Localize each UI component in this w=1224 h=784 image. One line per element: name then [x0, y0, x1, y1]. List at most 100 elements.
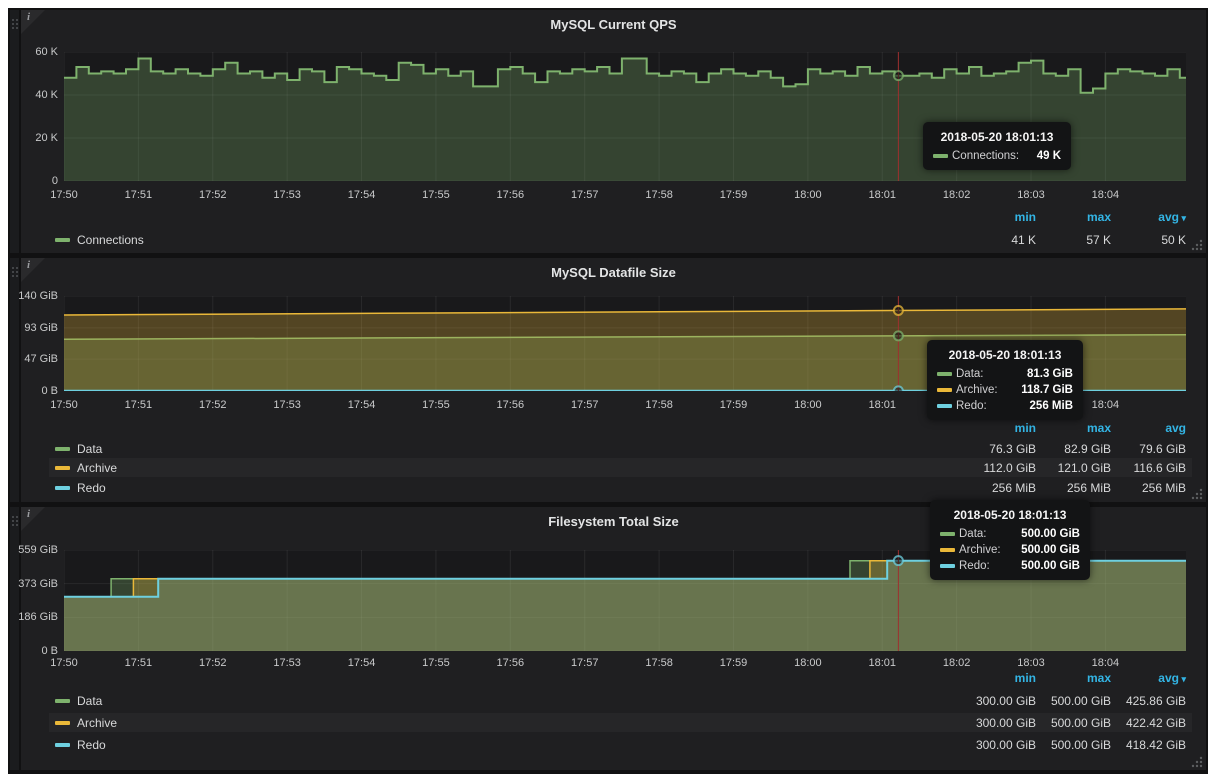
- crosshair-marker: [894, 331, 903, 340]
- page: iMySQL Current QPS60 K40 K20 K017:5017:5…: [0, 0, 1224, 784]
- y-axis-label: 60 K: [6, 46, 58, 58]
- legend-stat-avg: 418.42 GiB: [1111, 738, 1186, 752]
- x-axis-label: 17:52: [185, 657, 241, 669]
- tooltip-series-name: Redo:: [959, 560, 990, 572]
- x-axis-label: 18:00: [780, 657, 836, 669]
- x-axis-label: 17:51: [110, 399, 166, 411]
- legend-header-min[interactable]: min: [961, 421, 1036, 435]
- legend-item-archive[interactable]: Archive: [55, 716, 117, 730]
- tooltip-series-name: Archive:: [956, 384, 998, 396]
- tooltip-row: Connections:49 K: [933, 150, 1061, 162]
- legend-stats-header: minmaxavg ▾: [961, 208, 1186, 226]
- x-axis-label: 17:53: [259, 189, 315, 201]
- legend-stat-max: 256 MiB: [1036, 481, 1111, 495]
- legend-stat-max: 121.0 GiB: [1036, 461, 1111, 475]
- tooltip-series-color-icon: [940, 564, 955, 568]
- x-axis-label: 17:55: [408, 189, 464, 201]
- legend-stat-avg: 422.42 GiB: [1111, 716, 1186, 730]
- legend-header-max[interactable]: max: [1036, 421, 1111, 435]
- legend-color-icon: [55, 466, 70, 470]
- legend-label: Data: [77, 442, 102, 456]
- grip-dots-icon: [11, 18, 19, 30]
- x-axis-label: 17:56: [482, 657, 538, 669]
- legend-stat-min: 41 K: [961, 233, 1036, 247]
- legend-header-max[interactable]: max: [1036, 210, 1111, 224]
- legend-header-avg[interactable]: avg ▾: [1111, 671, 1186, 685]
- panel-title[interactable]: MySQL Datafile Size: [21, 265, 1206, 280]
- chart-tooltip: 2018-05-20 18:01:13Data:500.00 GiBArchiv…: [930, 500, 1090, 580]
- x-axis-label: 17:53: [259, 399, 315, 411]
- crosshair-marker: [894, 556, 903, 565]
- legend-item-data[interactable]: Data: [55, 694, 102, 708]
- tooltip-series-name: Data:: [956, 368, 984, 380]
- x-axis-label: 18:01: [854, 399, 910, 411]
- legend-header-min[interactable]: min: [961, 210, 1036, 224]
- legend-stat-max: 82.9 GiB: [1036, 442, 1111, 456]
- tooltip-series-name: Archive:: [959, 544, 1001, 556]
- legend-stats-header: minmaxavg ▾: [961, 669, 1186, 687]
- tooltip-timestamp: 2018-05-20 18:01:13: [933, 130, 1061, 144]
- x-axis-label: 17:52: [185, 189, 241, 201]
- y-axis-label: 47 GiB: [6, 353, 58, 365]
- tooltip-value: 500.00 GiB: [1013, 560, 1080, 572]
- y-axis-label: 40 K: [6, 89, 58, 101]
- x-axis-label: 17:59: [705, 399, 761, 411]
- legend-item-redo[interactable]: Redo: [55, 481, 106, 495]
- crosshair-marker: [894, 71, 903, 80]
- legend-label: Redo: [77, 481, 106, 495]
- x-axis-label: 17:50: [36, 399, 92, 411]
- tooltip-series-name: Connections:: [952, 150, 1019, 162]
- tooltip-row: Data:500.00 GiB: [940, 528, 1080, 540]
- tooltip-timestamp: 2018-05-20 18:01:13: [937, 348, 1073, 362]
- legend-row: Redo: [55, 478, 106, 497]
- y-axis-label: 186 GiB: [6, 611, 58, 623]
- legend-item-connections[interactable]: Connections: [55, 233, 144, 247]
- legend-stat-values: 112.0 GiB121.0 GiB116.6 GiB: [961, 458, 1186, 477]
- panel-resize-handle[interactable]: [1190, 487, 1203, 500]
- x-axis-label: 17:58: [631, 399, 687, 411]
- x-axis-label: 18:00: [780, 189, 836, 201]
- legend-color-icon: [55, 447, 70, 451]
- legend-label: Connections: [77, 233, 144, 247]
- legend-header-avg[interactable]: avg ▾: [1111, 210, 1186, 224]
- sort-caret-icon: ▾: [1179, 213, 1186, 223]
- tooltip-value: 256 MiB: [1022, 400, 1073, 412]
- legend-label: Data: [77, 694, 102, 708]
- legend-item-redo[interactable]: Redo: [55, 738, 106, 752]
- legend-row: Connections: [55, 230, 144, 250]
- y-axis-label: 93 GiB: [6, 322, 58, 334]
- legend-stat-min: 300.00 GiB: [961, 694, 1036, 708]
- tooltip-row: Redo:256 MiB: [937, 400, 1073, 412]
- legend-stat-values: 300.00 GiB500.00 GiB425.86 GiB: [961, 691, 1186, 710]
- panel-title[interactable]: MySQL Current QPS: [21, 17, 1206, 32]
- legend-color-icon: [55, 699, 70, 703]
- x-axis-label: 18:03: [1003, 189, 1059, 201]
- legend-stats-header: minmaxavg: [961, 419, 1186, 437]
- x-axis-label: 18:03: [1003, 657, 1059, 669]
- x-axis-label: 17:55: [408, 657, 464, 669]
- legend-item-data[interactable]: Data: [55, 442, 102, 456]
- x-axis-label: 17:59: [705, 189, 761, 201]
- panel-resize-handle[interactable]: [1190, 755, 1203, 768]
- x-axis-label: 17:58: [631, 189, 687, 201]
- y-axis-label: 373 GiB: [6, 578, 58, 590]
- legend-stat-values: 300.00 GiB500.00 GiB418.42 GiB: [961, 735, 1186, 754]
- chart-tooltip: 2018-05-20 18:01:13 Connections:49 K: [923, 122, 1071, 170]
- legend-header-min[interactable]: min: [961, 671, 1036, 685]
- panel-resize-handle[interactable]: [1190, 238, 1203, 251]
- x-axis-label: 18:01: [854, 189, 910, 201]
- legend-color-icon: [55, 743, 70, 747]
- grip-dots-icon: [11, 515, 19, 527]
- legend-header-avg[interactable]: avg: [1111, 421, 1186, 435]
- tooltip-row: Data:81.3 GiB: [937, 368, 1073, 380]
- x-axis-label: 17:51: [110, 189, 166, 201]
- tooltip-row: Archive:500.00 GiB: [940, 544, 1080, 556]
- legend-label: Archive: [77, 461, 117, 475]
- legend-stat-avg: 50 K: [1111, 233, 1186, 247]
- y-axis-label: 0 B: [6, 385, 58, 397]
- legend-item-archive[interactable]: Archive: [55, 461, 117, 475]
- tooltip-row: Redo: 500.00 GiB: [940, 560, 1080, 572]
- legend-stat-avg: 116.6 GiB: [1111, 461, 1186, 475]
- legend-header-max[interactable]: max: [1036, 671, 1111, 685]
- legend-stat-min: 300.00 GiB: [961, 738, 1036, 752]
